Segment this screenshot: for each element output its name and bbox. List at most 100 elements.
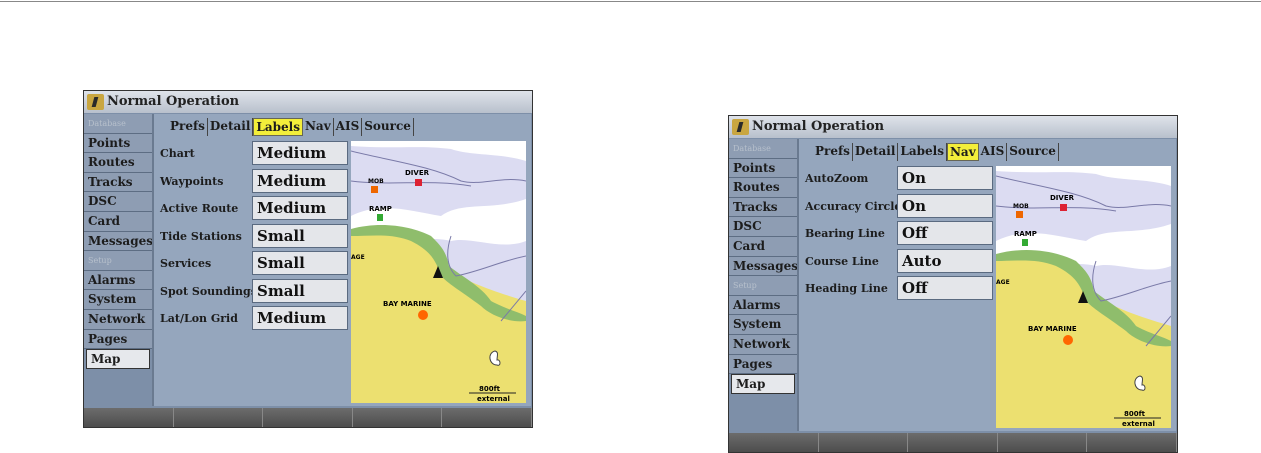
map-label-mob: MOB <box>368 178 384 185</box>
sidebar-item-pages[interactable]: Pages <box>84 329 152 350</box>
map-setup-screen-nav: Normal Operation Database Points Routes Trac… <box>728 115 1178 453</box>
map-scale: 800ft <box>1124 410 1146 418</box>
softkey-button[interactable] <box>173 408 264 427</box>
setting-value-field[interactable]: Off <box>897 276 993 300</box>
setting-value-field[interactable]: Medium <box>252 306 348 330</box>
map-label-ramp: RAMP <box>1014 230 1037 238</box>
setting-value-field[interactable]: On <box>897 166 993 190</box>
map-preview: DIVER MOB RAMP BAY MARINE AGE 800ft exte… <box>995 166 1172 428</box>
setting-label: Accuracy Circle <box>805 199 902 213</box>
sidebar-item-card[interactable]: Card <box>84 211 152 232</box>
tab-detail[interactable]: Detail <box>853 143 899 161</box>
setting-value-field[interactable]: Small <box>252 223 348 248</box>
softkey-button[interactable] <box>352 408 443 427</box>
setting-value-field[interactable]: Medium <box>252 168 348 193</box>
sidebar-item-points[interactable]: Points <box>729 158 797 179</box>
softkey-bar <box>729 433 1177 452</box>
map-label-bay-marine: BAY MARINE <box>383 300 432 308</box>
tab-prefs[interactable]: Prefs <box>813 143 853 161</box>
softkey-button[interactable] <box>908 433 998 452</box>
map-label-diver: DIVER <box>405 169 430 177</box>
map-setup-icon <box>87 94 104 110</box>
setting-value-field[interactable]: Medium <box>252 141 348 165</box>
sidebar-item-points[interactable]: Points <box>84 133 152 154</box>
setting-value-field[interactable]: Auto <box>897 248 993 273</box>
setting-label: Course Line <box>805 254 879 268</box>
title-bar: Normal Operation <box>84 91 532 113</box>
sidebar-item-system[interactable]: System <box>84 290 152 310</box>
setting-label: Waypoints <box>160 174 224 188</box>
sidebar-item-alarms[interactable]: Alarms <box>729 295 797 316</box>
sidebar-item-dsc[interactable]: DSC <box>729 217 797 237</box>
softkey-button[interactable] <box>442 408 532 427</box>
sidebar-item-dsc[interactable]: DSC <box>84 192 152 212</box>
map-scale-mode: external <box>1122 420 1155 428</box>
setting-label: Lat/Lon Grid <box>160 312 238 325</box>
sidebar-item-messages[interactable]: Messages <box>729 256 798 277</box>
sidebar-item-card[interactable]: Card <box>729 236 797 257</box>
map-label-bay-marine: BAY MARINE <box>1028 325 1077 333</box>
sidebar-item-map[interactable]: Map <box>86 349 150 369</box>
setting-label: Bearing Line <box>805 227 885 240</box>
sidebar-item-pages[interactable]: Pages <box>729 354 797 375</box>
sidebar-item-routes[interactable]: Routes <box>84 153 152 173</box>
softkey-button[interactable] <box>84 408 174 427</box>
map-preview: DIVER MOB RAMP BAY MARINE AGE 800ft exte… <box>350 141 527 403</box>
tab-labels[interactable]: Labels <box>253 118 303 136</box>
setting-label: Chart <box>160 147 195 160</box>
settings-panel: Prefs Detail Labels Nav AIS Source AutoZoom On A… <box>797 139 1176 431</box>
tab-ais[interactable]: AIS <box>334 118 363 136</box>
page-rule <box>0 1 1261 2</box>
sidebar-item-alarms[interactable]: Alarms <box>84 270 152 291</box>
setting-label: Active Route <box>160 202 239 215</box>
setting-value-field[interactable]: On <box>897 193 993 218</box>
sidebar-item-tracks[interactable]: Tracks <box>729 197 797 218</box>
setting-value-field[interactable]: Medium <box>252 196 348 220</box>
tab-nav[interactable]: Nav <box>303 118 334 136</box>
title-bar: Normal Operation <box>729 116 1177 138</box>
map-label-mob: MOB <box>1013 203 1029 210</box>
sidebar-item-routes[interactable]: Routes <box>729 178 797 198</box>
setting-label: Tide Stations <box>160 229 242 243</box>
map-scale: 800ft <box>479 385 501 393</box>
tab-source[interactable]: Source <box>362 118 414 136</box>
softkey-bar <box>84 408 532 427</box>
map-label-ramp: RAMP <box>369 205 392 213</box>
sidebar-item-map[interactable]: Map <box>731 374 795 394</box>
window-title: Normal Operation <box>752 119 885 134</box>
setting-label: AutoZoom <box>805 172 869 185</box>
sidebar-item-system[interactable]: System <box>729 315 797 335</box>
tab-prefs[interactable]: Prefs <box>168 118 208 136</box>
tab-nav[interactable]: Nav <box>946 143 979 161</box>
settings-panel: Prefs Detail Labels Nav AIS Source Chart Medium… <box>152 114 531 406</box>
tab-bar: Prefs Detail Labels Nav AIS Source <box>168 118 414 136</box>
sidebar-item-messages[interactable]: Messages <box>84 231 153 252</box>
sidebar-item-network[interactable]: Network <box>729 334 797 355</box>
tab-labels[interactable]: Labels <box>898 143 947 161</box>
tab-ais[interactable]: AIS <box>979 143 1008 161</box>
tab-detail[interactable]: Detail <box>208 118 254 136</box>
sidebar-item-network[interactable]: Network <box>84 309 152 330</box>
setting-value-field[interactable]: Small <box>252 251 348 275</box>
map-setup-icon <box>732 119 749 135</box>
sidebar-item-tracks[interactable]: Tracks <box>84 172 152 193</box>
softkey-button[interactable] <box>1087 433 1177 452</box>
softkey-button[interactable] <box>729 433 819 452</box>
window-title: Normal Operation <box>107 94 240 109</box>
map-scale-mode: external <box>477 395 510 403</box>
softkey-button[interactable] <box>997 433 1088 452</box>
tab-source[interactable]: Source <box>1007 143 1059 161</box>
sidebar-header-setup: Setup <box>84 251 152 271</box>
setting-label: Heading Line <box>805 282 888 295</box>
setting-value-field[interactable]: Small <box>252 278 348 303</box>
sidebar-header-database: Database <box>729 139 797 159</box>
map-label-age: AGE <box>996 279 1010 286</box>
softkey-button[interactable] <box>818 433 909 452</box>
softkey-button[interactable] <box>263 408 353 427</box>
tab-bar: Prefs Detail Labels Nav AIS Source <box>813 143 1059 161</box>
setting-label: Spot Soundings <box>160 284 257 298</box>
map-label-age: AGE <box>351 254 365 261</box>
map-setup-screen-labels: Normal Operation Database Points Routes Trac… <box>83 90 533 428</box>
sidebar-menu: Database Points Routes Tracks DSC Card Message… <box>729 139 798 394</box>
setting-value-field[interactable]: Off <box>897 221 993 245</box>
